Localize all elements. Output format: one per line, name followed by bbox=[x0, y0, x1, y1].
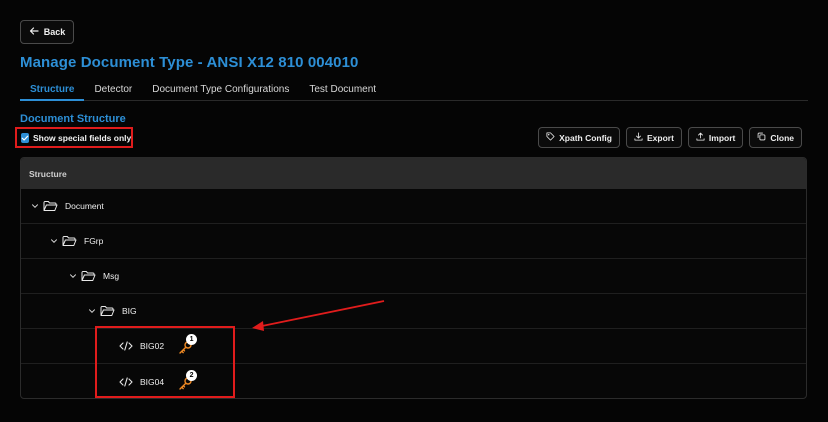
tree-node-msg[interactable]: Msg bbox=[21, 259, 806, 294]
special-field-marker: 1 bbox=[178, 334, 198, 355]
special-fields-toggle[interactable]: Show special fields only bbox=[15, 127, 133, 148]
download-icon bbox=[634, 132, 643, 143]
folder-open-icon bbox=[43, 200, 58, 212]
xpath-config-button[interactable]: Xpath Config bbox=[538, 127, 620, 148]
back-button[interactable]: Back bbox=[20, 20, 74, 44]
back-label: Back bbox=[43, 27, 66, 37]
code-icon bbox=[119, 341, 133, 351]
tree-node-big02[interactable]: BIG02 1 bbox=[21, 329, 806, 364]
tab-document-type-configurations[interactable]: Document Type Configurations bbox=[142, 80, 299, 101]
annotation-badge: 2 bbox=[186, 369, 198, 381]
tab-bar: Structure Detector Document Type Configu… bbox=[20, 80, 808, 101]
tree-node-label: FGrp bbox=[84, 236, 104, 246]
clone-button[interactable]: Clone bbox=[749, 127, 802, 148]
special-field-marker: 2 bbox=[178, 369, 198, 391]
code-icon bbox=[119, 376, 133, 387]
special-fields-checkbox[interactable] bbox=[21, 132, 29, 143]
tree-node-big[interactable]: BIG bbox=[21, 294, 806, 329]
tree-node-label: BIG02 bbox=[140, 341, 165, 351]
annotation-badge: 1 bbox=[186, 334, 198, 345]
folder-open-icon bbox=[81, 270, 96, 282]
tag-icon bbox=[546, 132, 555, 143]
import-button[interactable]: Import bbox=[687, 127, 744, 148]
tab-test-document[interactable]: Test Document bbox=[299, 80, 386, 101]
section-title: Document Structure bbox=[20, 113, 126, 125]
copy-icon bbox=[757, 132, 766, 143]
upload-icon bbox=[696, 132, 705, 143]
folder-open-icon bbox=[62, 235, 77, 247]
tree-node-label: BIG bbox=[122, 306, 137, 316]
special-fields-label: Show special fields only bbox=[33, 132, 132, 143]
tree-header: Structure bbox=[21, 158, 806, 189]
arrow-left-icon bbox=[29, 26, 39, 38]
tree-node-document[interactable]: Document bbox=[21, 189, 806, 224]
tab-structure[interactable]: Structure bbox=[20, 80, 85, 101]
chevron-down-icon[interactable] bbox=[31, 202, 39, 210]
structure-tree: Structure Document FGrp Msg BIG BIG02 1 … bbox=[20, 157, 807, 399]
tree-node-label: Msg bbox=[103, 271, 120, 281]
tab-detector[interactable]: Detector bbox=[84, 80, 142, 101]
tree-node-label: BIG04 bbox=[140, 376, 165, 387]
chevron-down-icon[interactable] bbox=[69, 272, 77, 280]
tree-node-big04[interactable]: BIG04 2 bbox=[21, 364, 806, 398]
tree-node-fgrp[interactable]: FGrp bbox=[21, 224, 806, 259]
check-icon bbox=[21, 135, 29, 141]
export-button[interactable]: Export bbox=[626, 127, 682, 148]
chevron-down-icon[interactable] bbox=[88, 307, 96, 315]
toolbar: Xpath Config Export Import Clone bbox=[538, 127, 802, 148]
page-title: Manage Document Type - ANSI X12 810 0040… bbox=[20, 54, 359, 71]
folder-open-icon bbox=[100, 305, 115, 317]
chevron-down-icon[interactable] bbox=[50, 237, 58, 245]
tree-node-label: Document bbox=[65, 201, 104, 211]
